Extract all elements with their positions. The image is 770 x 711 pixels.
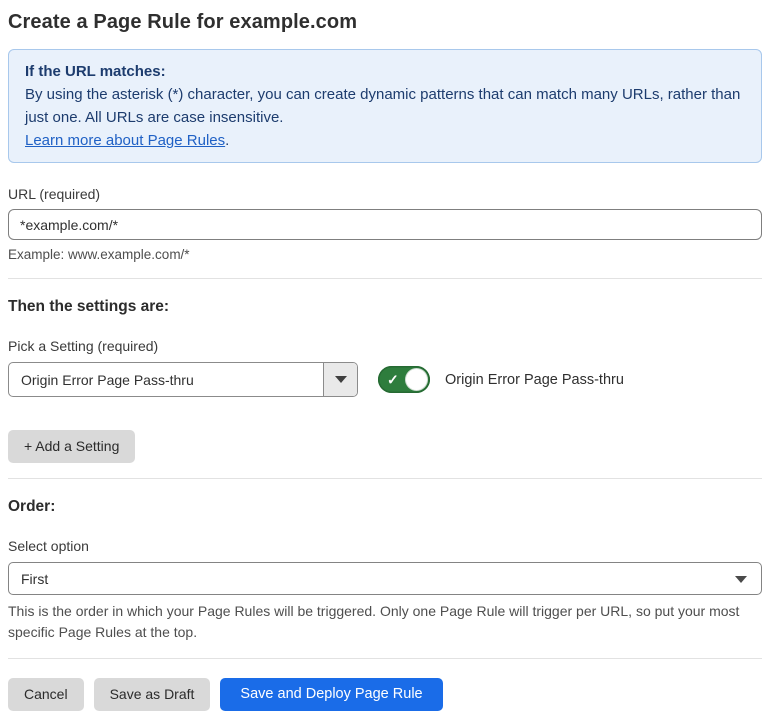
url-example-text: Example: www.example.com/* bbox=[8, 247, 190, 262]
save-and-deploy-button[interactable]: Save and Deploy Page Rule bbox=[220, 678, 443, 711]
setting-toggle-label: Origin Error Page Pass-thru bbox=[445, 371, 624, 388]
url-field-label: URL (required) bbox=[8, 186, 101, 202]
setting-toggle[interactable]: ✓ bbox=[378, 366, 430, 393]
check-icon: ✓ bbox=[387, 371, 399, 388]
pick-setting-label: Pick a Setting (required) bbox=[8, 338, 159, 354]
info-box-link-line: Learn more about Page Rules. bbox=[25, 129, 745, 152]
info-box-body: By using the asterisk (*) character, you… bbox=[25, 86, 741, 126]
footer-actions: Cancel Save as Draft Save and Deploy Pag… bbox=[8, 678, 762, 711]
divider bbox=[8, 478, 762, 479]
settings-section-heading: Then the settings are: bbox=[8, 298, 170, 315]
save-as-draft-button[interactable]: Save as Draft bbox=[93, 678, 211, 711]
caret-down-icon bbox=[735, 575, 747, 583]
setting-dropdown-arrow[interactable] bbox=[323, 363, 357, 396]
divider bbox=[8, 658, 762, 659]
page-rule-form: Create a Page Rule for example.com If th… bbox=[0, 0, 770, 711]
info-box-heading: If the URL matches: bbox=[25, 63, 166, 80]
toggle-knob bbox=[406, 369, 427, 390]
caret-down-icon bbox=[334, 376, 347, 383]
url-match-info-box: If the URL matches: By using the asteris… bbox=[8, 49, 762, 163]
order-select-value: First bbox=[21, 570, 49, 587]
setting-row: Origin Error Page Pass-thru ✓ Origin Err… bbox=[8, 362, 762, 397]
divider bbox=[8, 278, 762, 279]
order-select-label: Select option bbox=[8, 538, 89, 554]
cancel-button[interactable]: Cancel bbox=[8, 678, 84, 711]
setting-dropdown[interactable]: Origin Error Page Pass-thru bbox=[8, 362, 358, 397]
order-section-heading: Order: bbox=[8, 498, 56, 515]
learn-more-link[interactable]: Learn more about Page Rules bbox=[25, 132, 225, 149]
page-title: Create a Page Rule for example.com bbox=[8, 11, 358, 33]
add-setting-button[interactable]: + Add a Setting bbox=[8, 430, 136, 463]
setting-dropdown-value: Origin Error Page Pass-thru bbox=[21, 371, 194, 388]
link-suffix: . bbox=[225, 132, 230, 149]
order-select[interactable]: First bbox=[8, 562, 762, 595]
url-input[interactable] bbox=[8, 209, 762, 240]
order-help-text: This is the order in which your Page Rul… bbox=[8, 603, 740, 640]
